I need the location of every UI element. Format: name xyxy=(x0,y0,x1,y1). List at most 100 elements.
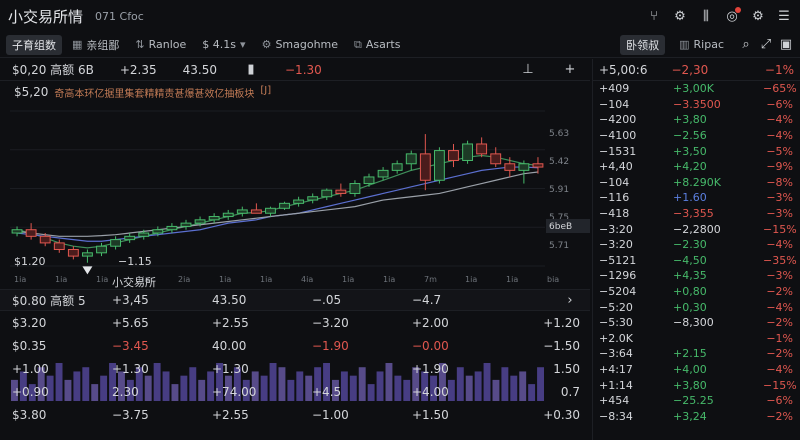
list-item-percent: −8% xyxy=(766,175,793,189)
toolbar-item-5[interactable]: ⧉ Asarts xyxy=(348,35,406,55)
columns-icon[interactable]: ⫼ xyxy=(698,8,714,24)
list-item-symbol: +454 xyxy=(599,394,630,408)
table-row[interactable]: +0.90 2.30 +74.00 +4.5 +4.00 0.7 xyxy=(0,380,590,403)
list-item-symbol: −116 xyxy=(599,191,630,205)
table-cell: −3.45 xyxy=(112,338,149,353)
list-item[interactable]: −104 −3.3500 −6% xyxy=(593,97,800,113)
candle-body xyxy=(124,235,136,241)
x-tick-label: 1ia xyxy=(55,275,67,284)
table-cell: −3.20 xyxy=(312,315,349,330)
bookmark-icon[interactable]: ▮ xyxy=(243,62,259,78)
list-item[interactable]: +1:14 +3,80 −15% xyxy=(593,377,800,393)
list-item[interactable]: +4,40 +4,20 −9% xyxy=(593,159,800,175)
list-item[interactable]: −5:30 −8,300 −2% xyxy=(593,315,800,331)
list-item-change: +1.60 xyxy=(673,191,707,205)
watchlist-rows: +409 +3,00K −65% −104 −3.3500 −6% −4200 +3,80 −4… xyxy=(593,81,800,424)
list-item-percent: −3% xyxy=(766,269,793,283)
table-row[interactable]: $3.80 −3.75 +2.55 −1.00 +1.50 +0.30 xyxy=(0,403,590,426)
list-item[interactable]: +409 +3,00K −65% xyxy=(593,81,800,97)
list-item[interactable]: −5121 −4,50 −35% xyxy=(593,253,800,269)
toolbar-item-0[interactable]: 子育组数 xyxy=(6,34,62,55)
add-icon[interactable]: + xyxy=(562,62,578,78)
table-cell: +1.30 xyxy=(212,361,249,376)
table-cell: $0.35 xyxy=(12,338,47,353)
alert-icon: ⧉ xyxy=(354,37,362,51)
list-item[interactable]: −3:20 −2.30 −4% xyxy=(593,237,800,253)
list-item-percent: −4% xyxy=(766,113,793,127)
list-item[interactable]: +4:17 +4,00 −4% xyxy=(593,362,800,378)
list-item-change: −2.56 xyxy=(673,129,707,143)
list-item-percent: −3% xyxy=(766,207,793,221)
table-row[interactable]: +1.00 +1.30 +1.30 +1.90 1.50 xyxy=(0,357,590,380)
y-tick-label: 5.91 xyxy=(549,185,569,195)
list-item-percent: −4% xyxy=(766,362,793,376)
list-item[interactable]: −104 +8.290K −8% xyxy=(593,175,800,191)
settings-icon[interactable]: ⚙ xyxy=(750,8,766,24)
list-item-symbol: −104 xyxy=(599,97,630,111)
toolbar-right: 卧领叔 ▥ Ripac ⌕ ⤢ ▣ xyxy=(620,34,794,55)
toolbar-item-4[interactable]: ⚙ Smagohme xyxy=(256,35,344,55)
table-row[interactable]: $0.35 −3.45 40.00 −1.90 −0.00 −1.50 xyxy=(0,334,590,357)
table-cell: +2.55 xyxy=(212,315,249,330)
app-title: 小交易所情 xyxy=(8,7,84,26)
candle-body xyxy=(363,176,375,185)
menu-icon[interactable]: ☰ xyxy=(776,8,792,24)
lower-header-0: $0.80 高额 5 xyxy=(12,293,86,308)
candle-body xyxy=(518,163,530,171)
gear-icon[interactable]: ⚙ xyxy=(672,8,688,24)
list-item-percent: −2% xyxy=(766,347,793,361)
list-item-percent: −2% xyxy=(766,316,793,330)
list-item-change: −3,355 xyxy=(673,207,714,221)
table-cell: +5.65 xyxy=(112,315,149,330)
price-dropdown[interactable]: $ 4.1s ▾ xyxy=(196,35,251,55)
list-item[interactable]: −5204 +0,80 −2% xyxy=(593,284,800,300)
list-item[interactable]: −1296 +4,35 −3% xyxy=(593,268,800,284)
toolbar-item-2[interactable]: ⇅ Ranloe xyxy=(129,35,192,55)
grid-icon: ▦ xyxy=(72,38,83,51)
candle-body xyxy=(208,216,220,221)
x-tick-label: 2ia xyxy=(178,275,190,284)
candlestick-chart[interactable]: 5.635.425.915.755.716beB1ia 1ia 1ia 1ia 2ia 1… xyxy=(0,81,590,288)
table-row[interactable]: $3.20 +5.65 +2.55 −3.20 +2.00 +1.20 xyxy=(0,311,590,334)
tab-right-0-label: 卧领叔 xyxy=(626,38,660,52)
list-item[interactable]: +454 −25.25 −6% xyxy=(593,393,800,409)
chevron-right-icon[interactable]: › xyxy=(562,292,578,308)
list-item[interactable]: −1531 +3,50 −5% xyxy=(593,143,800,159)
list-item-percent: −15% xyxy=(763,222,797,236)
save-icon[interactable]: ▣ xyxy=(778,37,794,53)
list-item[interactable]: −4100 −2.56 −4% xyxy=(593,128,800,144)
list-item-percent: −2% xyxy=(766,285,793,299)
watchlist-header-b: −2,30 xyxy=(671,62,709,77)
list-item-percent: −35% xyxy=(763,253,797,267)
list-item-change: +0,80 xyxy=(673,285,707,299)
table-cell: +1.00 xyxy=(12,361,49,376)
marker-icon xyxy=(82,266,93,275)
list-item[interactable]: −3:20 −2,2800 −15% xyxy=(593,221,800,237)
toolbar-item-1[interactable]: ▦ 亲组鄙 xyxy=(66,35,125,55)
table-cell: +1.90 xyxy=(412,361,449,376)
list-item-symbol: +4:17 xyxy=(599,362,633,376)
pin-icon[interactable]: ⑂ xyxy=(646,8,662,24)
candle-body xyxy=(110,239,122,247)
candle-body xyxy=(293,199,305,204)
list-item[interactable]: −116 +1.60 −3% xyxy=(593,190,800,206)
chart-panel: $0,20 高额 6B +2.35 43.50 ▮ −1.30 ⊥ + 5.63… xyxy=(0,59,590,288)
list-item[interactable]: +2.0K −1% xyxy=(593,331,800,347)
watchlist-header: +5,00:6 −2,30 −1% xyxy=(593,59,800,81)
expand-icon[interactable]: ⤢ xyxy=(758,37,774,53)
chart-price: 43.50 xyxy=(182,62,217,77)
list-item[interactable]: −8:34 +3,24 −2% xyxy=(593,408,800,424)
list-item[interactable]: −5:20 +0,30 −4% xyxy=(593,299,800,315)
tab-right-0[interactable]: 卧领叔 xyxy=(620,34,666,55)
tab-right-1[interactable]: ▥ Ripac xyxy=(673,35,730,55)
candle-body xyxy=(53,242,65,251)
pin-icon[interactable]: ⊥ xyxy=(520,62,536,78)
list-item-percent: −6% xyxy=(766,394,793,408)
list-item[interactable]: −4200 +3,80 −4% xyxy=(593,112,800,128)
search-icon[interactable]: ⌕ xyxy=(738,37,754,53)
list-item[interactable]: −3:64 +2.15 −2% xyxy=(593,346,800,362)
list-item[interactable]: −418 −3,355 −3% xyxy=(593,206,800,222)
chart-icon: ⇅ xyxy=(135,38,145,51)
notification-icon[interactable]: ◎ xyxy=(724,7,741,24)
list-item-change: +3,50 xyxy=(673,144,707,158)
